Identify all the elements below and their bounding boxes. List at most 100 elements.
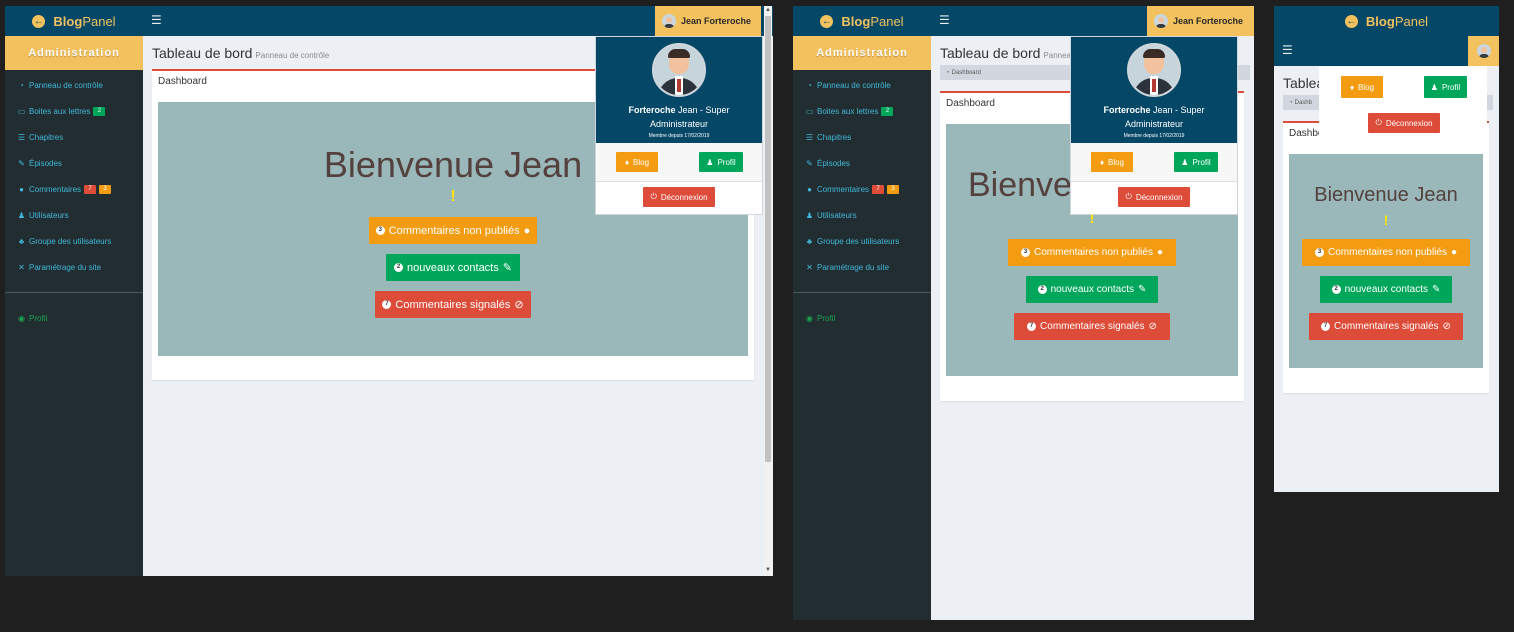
sidebar-item-label: Profil	[817, 313, 836, 323]
blog-icon: ♦	[624, 157, 630, 167]
profile-button[interactable]: ♟ Profil	[699, 152, 743, 172]
sidebar-item-comments[interactable]: ● Commentaires 7 3	[5, 176, 143, 202]
sidebar-item-episodes[interactable]: ✎ Épisodes	[793, 150, 931, 176]
sidebar-item-chapters[interactable]: ☰ Chapitres	[793, 124, 931, 150]
window-desktop: ← BlogPanel ☰ Jean Forteroche Administra…	[5, 6, 773, 576]
comment-slash-icon: ⊘	[514, 299, 524, 311]
tools-icon: ✕	[18, 262, 25, 272]
user-icon: ♟	[1430, 82, 1438, 92]
reported-comments-button[interactable]: 7 Commentaires signalés ⊘	[1014, 313, 1170, 340]
sidebar-item-label: Boites aux lettres	[29, 106, 91, 116]
blog-icon: ♦	[1099, 157, 1105, 167]
reported-comments-button[interactable]: 7 Commentaires signalés ⊘	[375, 291, 531, 318]
dashboard-icon: ◔	[1289, 99, 1293, 106]
sidebar-item-settings[interactable]: ✕ Paramétrage du site	[5, 254, 143, 280]
sidebar-item-user-groups[interactable]: ♣ Groupe des utilisateurs	[793, 228, 931, 254]
mailbox-icon: ▭	[17, 106, 26, 116]
sidebar: Administration ◔ Panneau de contrôle ▭ Boi…	[5, 36, 143, 576]
brand-logo[interactable]: ← BlogPanel	[5, 6, 143, 36]
new-contacts-button[interactable]: 2 nouveaux contacts ✎	[386, 254, 520, 281]
sidebar-item-label: Groupe des utilisateurs	[817, 236, 900, 246]
dropdown-body: ♦ Blog ♟ Profil	[1071, 143, 1237, 182]
blog-icon: ♦	[1349, 82, 1355, 92]
breadcrumb-dashboard[interactable]: Dashboard	[952, 70, 981, 76]
sidebar-header: Administration	[5, 36, 143, 70]
comment-slash-icon: ⊘	[1442, 321, 1451, 332]
unpublished-comments-button[interactable]: 3 Commentaires non publiés ●	[1008, 239, 1176, 266]
top-navbar: ← BlogPanel ☰ Jean Forteroche	[5, 6, 773, 36]
user-dropdown: ♦ Blog ♟ Profil ⏻ Déconnexion	[1319, 66, 1487, 138]
sidebar-item-comments[interactable]: ● Commentaires 7 3	[793, 176, 931, 202]
sidebar-item-mailbox[interactable]: ▭ Boites aux lettres 2	[793, 98, 931, 124]
scrollbar-thumb[interactable]	[765, 16, 771, 462]
brand-part2: Panel	[870, 13, 904, 29]
profile-icon: ◉	[806, 313, 813, 323]
page-title: Tableau de bord Panneau	[940, 45, 1076, 61]
sidebar-header: Administration	[793, 36, 931, 70]
logout-button[interactable]: ⏻ Déconnexion	[1368, 113, 1440, 133]
user-icon: ♟	[805, 210, 814, 220]
reported-comments-button[interactable]: 7 Commentaires signalés ⊘	[1309, 313, 1463, 340]
sidebar-item-profile[interactable]: ◉ Profil	[5, 305, 143, 331]
comment-icon: ●	[1450, 247, 1457, 258]
sidebar-item-user-groups[interactable]: ♣ Groupe des utilisateurs	[5, 228, 143, 254]
contacts-count: 2	[1037, 285, 1047, 294]
sidebar-item-users[interactable]: ♟ Utilisateurs	[793, 202, 931, 228]
logout-button[interactable]: ⏻ Déconnexion	[643, 187, 715, 207]
user-menu-toggle[interactable]: Jean Forteroche	[1147, 6, 1254, 36]
hamburger-menu-icon[interactable]: ☰	[151, 13, 162, 27]
edit-icon: ✎	[1432, 284, 1441, 295]
new-contacts-button[interactable]: 2 nouveaux contacts ✎	[1320, 276, 1452, 303]
mailbox-badge: 2	[93, 106, 106, 116]
top-navbar: ← BlogPanel	[1274, 6, 1499, 36]
sidebar-item-users[interactable]: ♟ Utilisateurs	[5, 202, 143, 228]
user-avatar	[1154, 14, 1168, 28]
sidebar-item-dashboard[interactable]: ◔ Panneau de contrôle	[793, 72, 931, 98]
user-avatar-large	[1127, 43, 1181, 97]
brand-logo[interactable]: ← BlogPanel	[1274, 6, 1499, 36]
user-icon: ♟	[706, 157, 714, 167]
user-fullname: Forteroche Jean - Super Administrateur	[628, 105, 730, 129]
sidebar-item-profile[interactable]: ◉ Profil	[793, 305, 931, 331]
sidebar-item-label: Utilisateurs	[29, 210, 69, 220]
logout-button[interactable]: ⏻ Déconnexion	[1118, 187, 1190, 207]
contacts-count: 2	[1331, 285, 1341, 294]
box-title: Dashboard	[946, 98, 995, 109]
sidebar-item-label: Commentaires	[29, 184, 82, 194]
scroll-down-arrow-icon[interactable]: ▼	[764, 567, 772, 574]
comments-badge-orange: 3	[887, 184, 900, 194]
user-fullname: Forteroche Jean - Super Administrateur	[1103, 105, 1205, 129]
welcome-exclamation: !	[1383, 212, 1389, 228]
sidebar-item-dashboard[interactable]: ◔ Panneau de contrôle	[5, 72, 143, 98]
sidebar-item-episodes[interactable]: ✎ Épisodes	[5, 150, 143, 176]
hamburger-menu-icon[interactable]: ☰	[939, 13, 950, 27]
unpublished-comments-button[interactable]: 3 Commentaires non publiés ●	[1302, 239, 1470, 266]
mailbox-badge: 2	[881, 106, 894, 116]
comment-icon: ●	[19, 184, 24, 194]
sidebar-item-settings[interactable]: ✕ Paramétrage du site	[793, 254, 931, 280]
new-contacts-button[interactable]: 2 nouveaux contacts ✎	[1026, 276, 1158, 303]
unpublished-count: 3	[1315, 248, 1324, 257]
profile-button[interactable]: ♟ Profil	[1424, 76, 1467, 98]
scrollbar[interactable]: ▲ ▼	[764, 6, 772, 576]
sidebar-item-label: Boites aux lettres	[817, 106, 879, 116]
scroll-up-arrow-icon[interactable]: ▲	[764, 7, 772, 14]
sidebar-item-chapters[interactable]: ☰ Chapitres	[5, 124, 143, 150]
blog-button[interactable]: ♦ Blog	[616, 152, 658, 172]
sidebar-item-mailbox[interactable]: ▭ Boites aux lettres 2	[5, 98, 143, 124]
user-menu-toggle[interactable]: Jean Forteroche	[655, 6, 761, 36]
comments-badge-red: 7	[872, 184, 885, 194]
blog-button[interactable]: ♦ Blog	[1091, 152, 1133, 172]
unpublished-comments-button[interactable]: 3 Commentaires non publiés ●	[369, 217, 537, 244]
user-icon: ♟	[1181, 157, 1189, 167]
hamburger-menu-icon[interactable]: ☰	[1282, 43, 1293, 57]
edit-icon: ✎	[502, 262, 512, 274]
dashboard-icon: ◔	[946, 69, 950, 76]
profile-button[interactable]: ♟ Profil	[1174, 152, 1218, 172]
brand-logo[interactable]: ← BlogPanel	[793, 6, 931, 36]
user-avatar	[1476, 44, 1491, 58]
blog-button[interactable]: ♦ Blog	[1341, 76, 1383, 98]
member-since: Membre depuis 17/02/2019	[1123, 133, 1185, 139]
user-menu-toggle[interactable]	[1468, 36, 1499, 66]
breadcrumb-dashboard[interactable]: Dashb	[1295, 100, 1312, 106]
